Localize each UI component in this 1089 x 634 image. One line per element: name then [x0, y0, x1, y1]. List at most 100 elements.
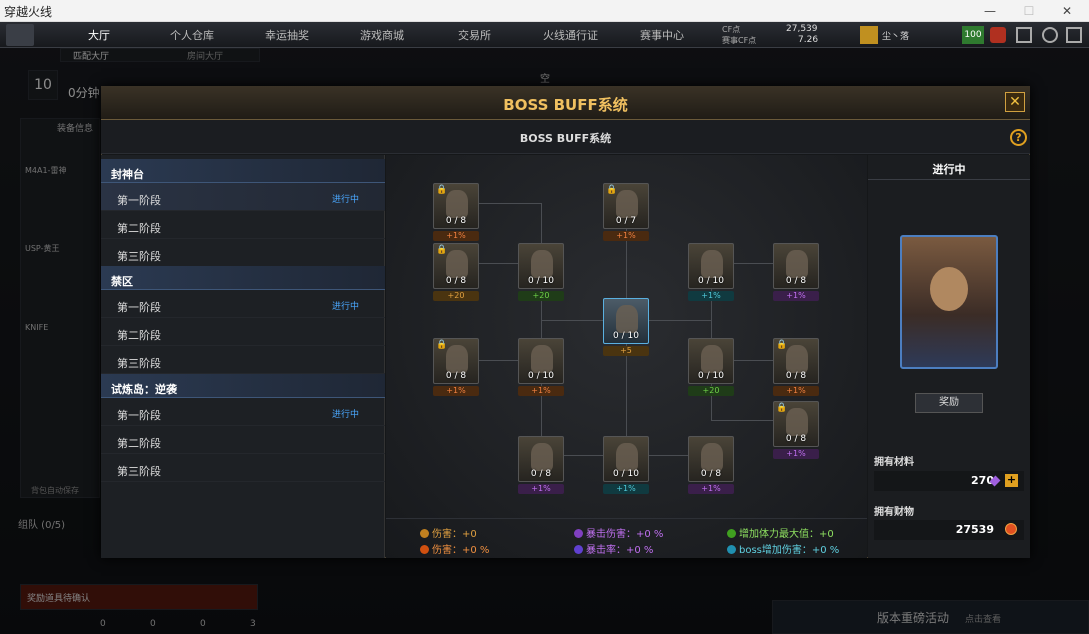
node-count: 0 / 8: [700, 469, 722, 479]
add-materials-button[interactable]: +: [1005, 474, 1018, 487]
boss-figure-icon: [446, 190, 468, 218]
node-bonus: +1%: [773, 449, 819, 459]
stage-row[interactable]: 第三阶段: [101, 346, 385, 374]
stage-row[interactable]: 第二阶段: [101, 318, 385, 346]
node-bonus: +1%: [603, 231, 649, 241]
lock-icon: 🔒: [436, 245, 448, 255]
stage-label: 第三阶段: [117, 357, 161, 370]
buff-node[interactable]: 0 / 10: [518, 338, 564, 384]
nav-warehouse[interactable]: 个人仓库: [170, 27, 214, 43]
section-header-fengshen[interactable]: 封神台: [101, 159, 385, 183]
buff-node[interactable]: 🔒 0 / 8: [773, 338, 819, 384]
stage-label: 第二阶段: [117, 329, 161, 342]
buff-node[interactable]: 0 / 10: [518, 243, 564, 289]
node-count: 0 / 10: [698, 371, 724, 381]
level-badge: 100: [962, 26, 984, 44]
lock-icon: 🔒: [436, 185, 448, 195]
stage-row[interactable]: 第三阶段: [101, 239, 385, 267]
stage-row[interactable]: 第一阶段 进行中: [101, 398, 385, 426]
node-count: 0 / 8: [785, 434, 807, 444]
stage-label: 第一阶段: [117, 301, 161, 314]
boss-figure-icon: [446, 250, 468, 278]
crit-rate-icon: [574, 545, 583, 554]
lock-icon: 🔒: [776, 403, 788, 413]
close-window-button[interactable]: ✕: [1052, 2, 1082, 20]
buff-node[interactable]: 🔒 0 / 8: [433, 338, 479, 384]
nav-lobby[interactable]: 大厅: [88, 27, 110, 43]
nav-events[interactable]: 赛事中心: [640, 27, 684, 43]
reward-button[interactable]: 奖励: [915, 393, 983, 413]
buff-node[interactable]: 0 / 10: [688, 338, 734, 384]
stage-label: 第二阶段: [117, 437, 161, 450]
node-bonus: +1%: [433, 386, 479, 396]
boss-card-image[interactable]: [900, 235, 998, 369]
stat-damage: 伤害：+0: [420, 525, 477, 540]
shield-icon[interactable]: [990, 27, 1006, 43]
stage-label: 第一阶段: [117, 194, 161, 207]
buff-node[interactable]: 🔒 0 / 8: [433, 243, 479, 289]
boss-figure-icon: [531, 345, 553, 373]
stage-row[interactable]: 第一阶段 进行中: [101, 183, 385, 211]
section-header-trial-island[interactable]: 试炼岛：逆袭: [101, 374, 385, 398]
boss-portrait: [930, 267, 968, 311]
boss-figure-icon: [446, 345, 468, 373]
nav-shop[interactable]: 游戏商城: [360, 27, 404, 43]
home-icon[interactable]: [6, 24, 34, 46]
node-bonus: +1%: [688, 291, 734, 301]
stage-row[interactable]: 第一阶段 进行中: [101, 290, 385, 318]
buff-node[interactable]: 0 / 10: [603, 436, 649, 482]
stage-row[interactable]: 第二阶段: [101, 426, 385, 454]
fire-icon: [420, 545, 429, 554]
stat-max-hp: 增加体力最大值：+0: [727, 525, 834, 540]
stat-crit-damage: 暴击伤害：+0 %: [574, 525, 663, 540]
node-bonus: +1%: [773, 291, 819, 301]
section-header-restricted[interactable]: 禁区: [101, 266, 385, 290]
stage-sidebar: 封神台 第一阶段 进行中 第二阶段 第三阶段 禁区 第一阶段 进行中 第二阶段 第三…: [101, 155, 385, 558]
close-icon[interactable]: ✕: [1005, 92, 1025, 112]
help-icon[interactable]: ?: [1010, 129, 1027, 146]
exit-icon[interactable]: [1016, 27, 1032, 43]
nav-pass[interactable]: 火线通行证: [543, 27, 598, 43]
node-count: 0 / 10: [698, 276, 724, 286]
buff-node[interactable]: 🔒 0 / 8: [773, 401, 819, 447]
boss-figure-icon: [531, 443, 553, 471]
nav-exchange[interactable]: 交易所: [458, 27, 491, 43]
stat-label: 伤害：+0 %: [432, 545, 490, 556]
node-bonus: +1%: [433, 231, 479, 241]
race-cf-label: 赛事CF点: [722, 36, 757, 45]
lock-icon: 🔒: [776, 340, 788, 350]
avatar[interactable]: [860, 26, 878, 44]
boss-figure-icon: [701, 443, 723, 471]
menu-icon[interactable]: [1066, 27, 1082, 43]
node-bonus: +20: [518, 291, 564, 301]
node-count: 0 / 7: [615, 216, 637, 226]
buff-node[interactable]: 0 / 10: [688, 243, 734, 289]
coin-icon: [1005, 523, 1017, 535]
node-bonus: +1%: [518, 484, 564, 494]
wealth-value: 27539: [874, 520, 1024, 540]
dialog-subheader: BOSS BUFF系统 ?: [101, 120, 1030, 154]
gear-icon[interactable]: [1042, 27, 1058, 43]
buff-node[interactable]: 🔒 0 / 7: [603, 183, 649, 229]
window-titlebar: 穿越火线 — ☐ ✕: [0, 0, 1089, 22]
status-badge: 进行中: [331, 410, 359, 420]
nav-lottery[interactable]: 幸运抽奖: [265, 27, 309, 43]
node-count: 0 / 8: [785, 371, 807, 381]
lock-icon: 🔒: [606, 185, 618, 195]
stage-row[interactable]: 第二阶段: [101, 211, 385, 239]
dialog-title: BOSS BUFF系统: [503, 96, 628, 114]
boss-figure-icon: [786, 345, 808, 373]
damage-icon: [420, 529, 429, 538]
materials-value: 270: [874, 471, 1024, 491]
maximize-button[interactable]: ☐: [1014, 2, 1044, 20]
buff-node[interactable]: 0 / 8: [773, 243, 819, 289]
cf-label: CF点: [722, 25, 741, 34]
stage-row[interactable]: 第三阶段: [101, 454, 385, 482]
buff-node[interactable]: 🔒 0 / 8: [433, 183, 479, 229]
lock-icon: 🔒: [436, 340, 448, 350]
buff-node[interactable]: 0 / 8: [688, 436, 734, 482]
buff-node[interactable]: 0 / 8: [518, 436, 564, 482]
minimize-button[interactable]: —: [975, 2, 1005, 20]
node-bonus: +1%: [603, 484, 649, 494]
buff-node[interactable]: 0 / 10: [603, 298, 649, 344]
